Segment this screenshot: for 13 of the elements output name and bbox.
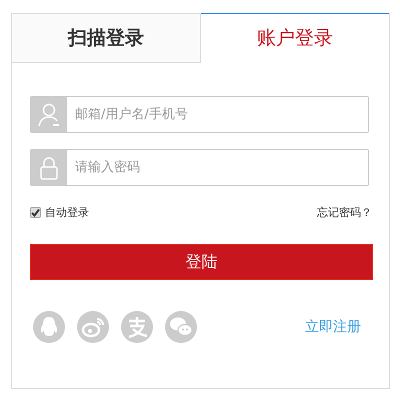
chat-bubbles-icon[interactable] <box>165 311 197 343</box>
penguin-icon[interactable] <box>33 311 65 343</box>
checkbox[interactable] <box>30 206 41 218</box>
login-tab[interactable]: 扫描登录 <box>12 13 201 63</box>
checkbox-label: 自动登录 <box>45 204 89 220</box>
forgot-password-link[interactable]: 忘记密码？ <box>317 204 372 220</box>
weibo-icon[interactable] <box>77 311 109 343</box>
login-button[interactable]: 登陆 <box>30 244 373 280</box>
lock-icon <box>40 156 58 180</box>
payment-icon[interactable] <box>121 311 153 343</box>
input-field[interactable]: 邮箱/用户名/手机号 <box>30 96 369 133</box>
input-field[interactable]: 请输入密码 <box>30 149 369 186</box>
user-icon <box>38 102 60 126</box>
